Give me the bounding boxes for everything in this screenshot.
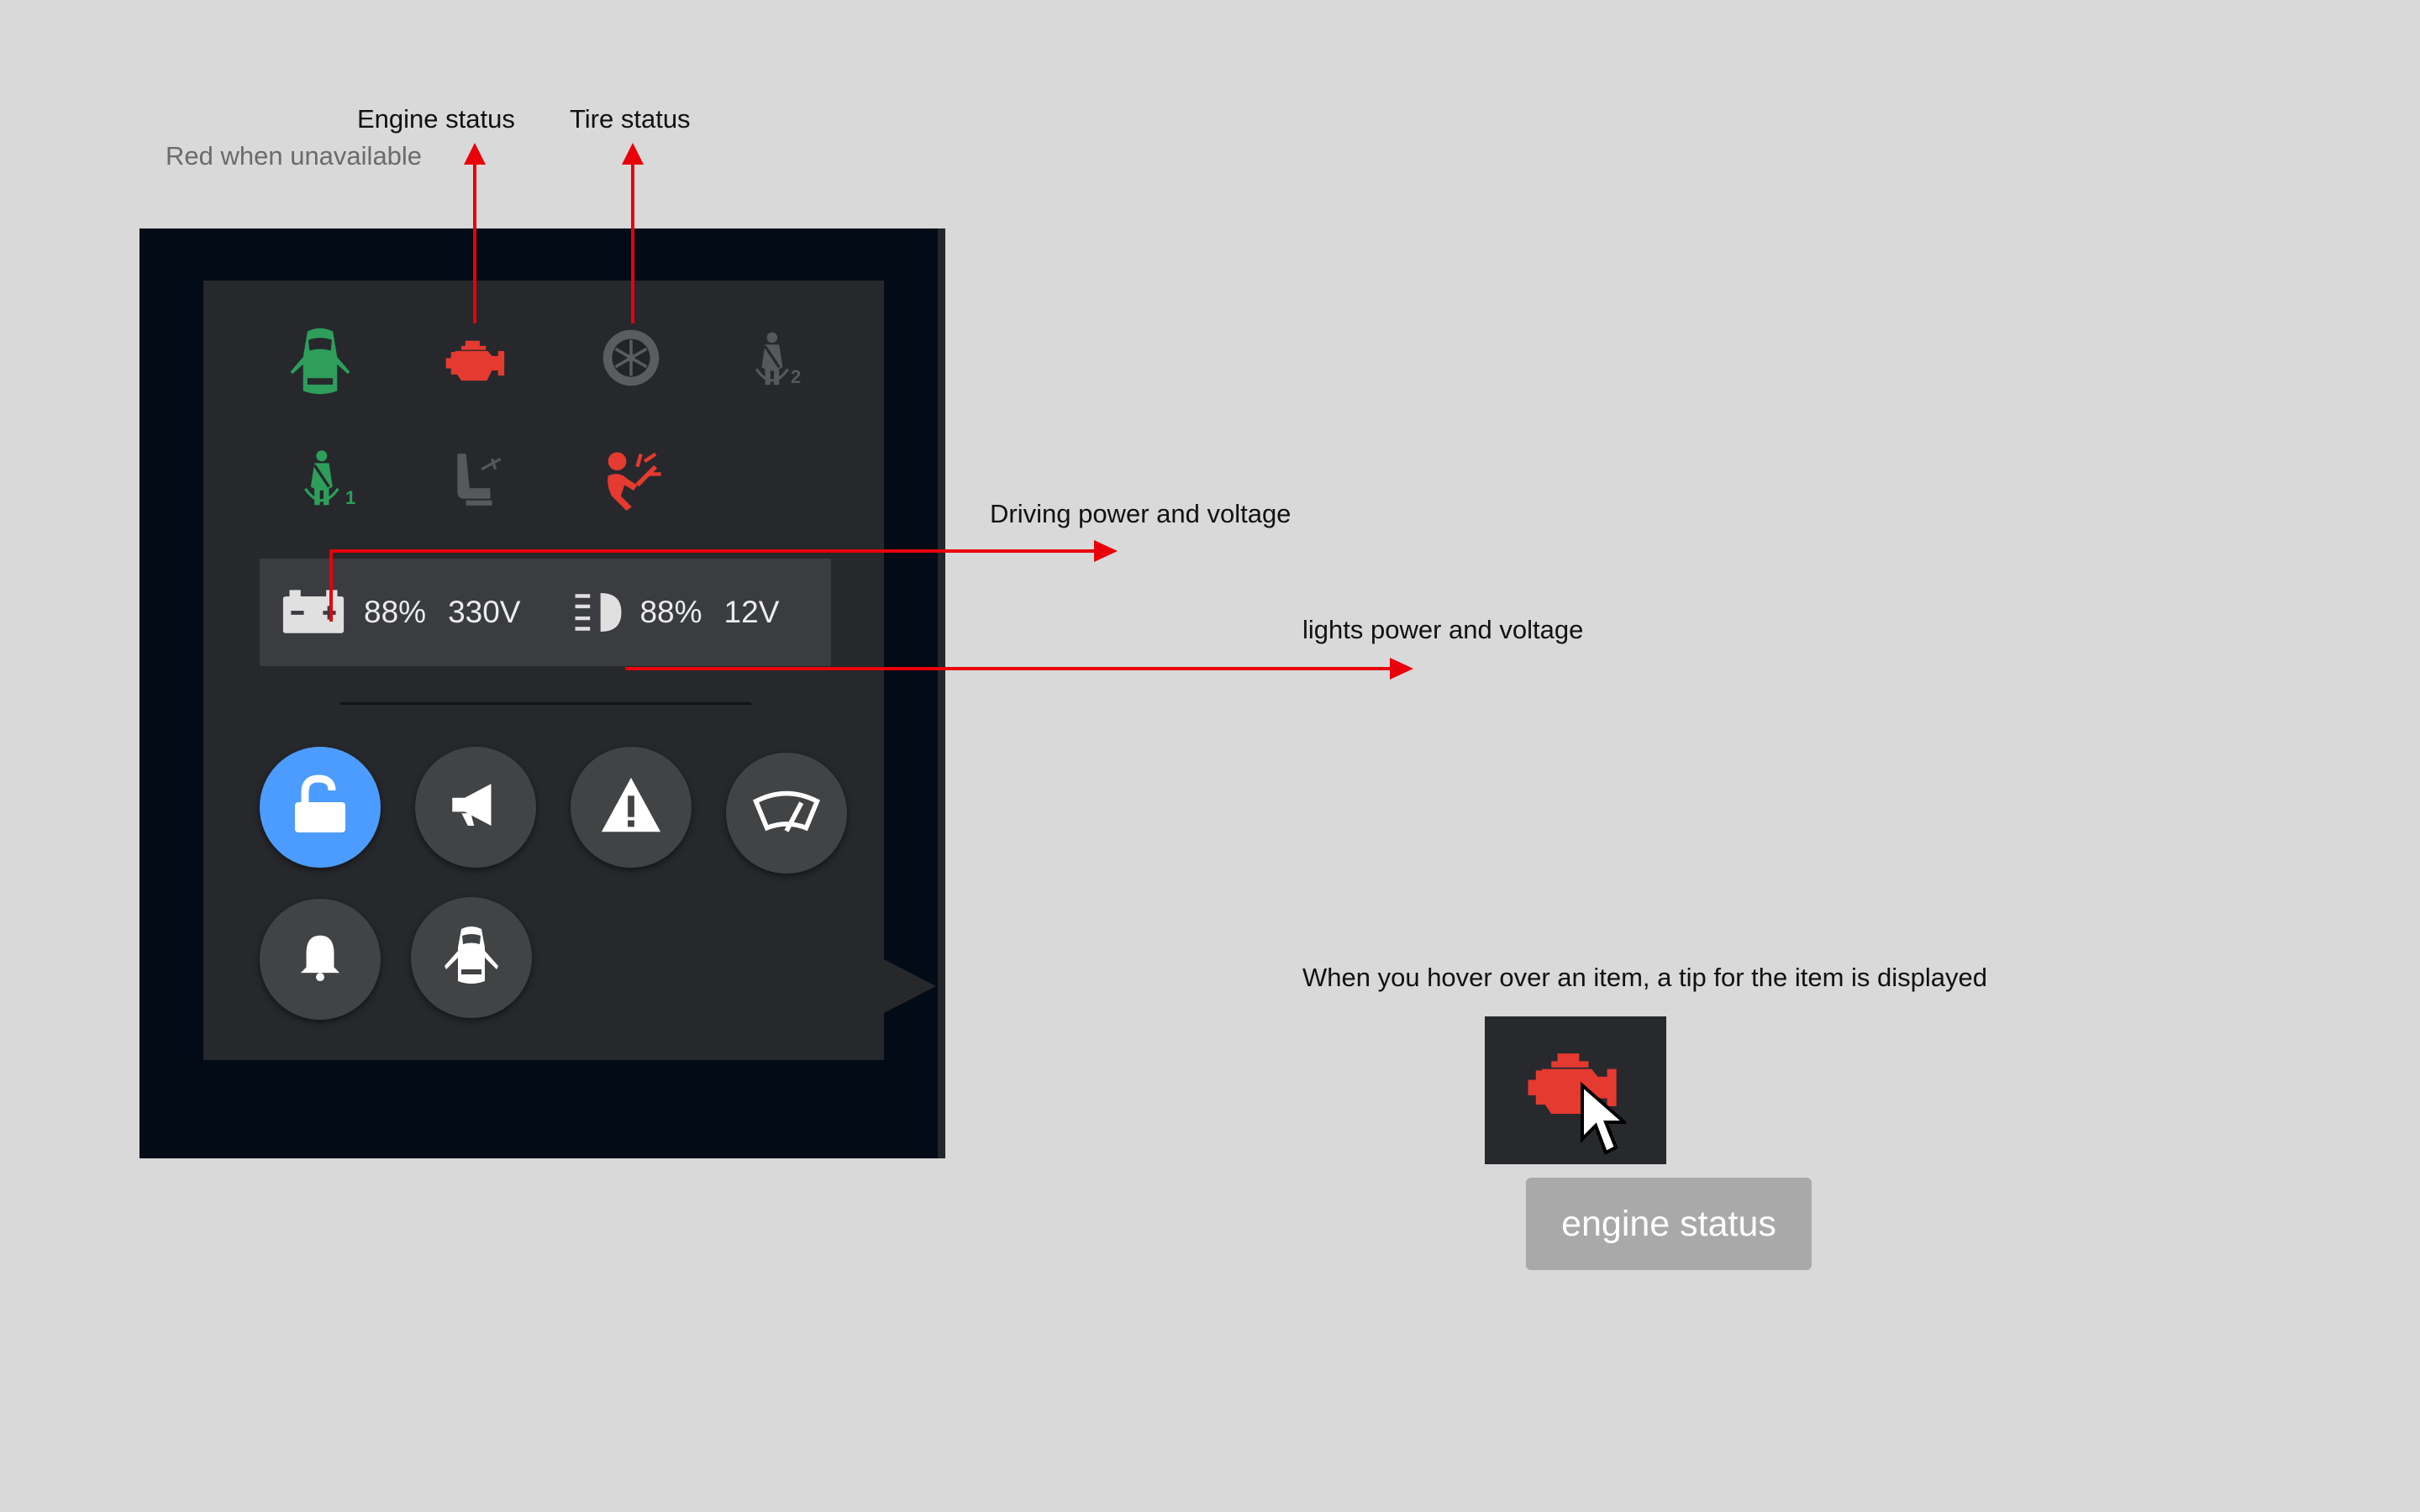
bell-icon [292, 930, 348, 990]
driving-power-annotation: Driving power and voltage [990, 499, 1292, 528]
frame-edge [938, 228, 945, 1158]
door-open-icon[interactable] [280, 321, 360, 402]
warning-icon [598, 773, 664, 843]
driving-power-voltage: 330V [448, 595, 521, 629]
headlight-icon [572, 589, 624, 636]
unlock-button[interactable] [260, 747, 381, 868]
lights-power-percent: 88% [639, 595, 702, 629]
doors-button[interactable] [411, 897, 532, 1018]
front-seatbelt-label: 1 [345, 487, 356, 508]
divider [339, 702, 751, 705]
rear-seatbelt-label: 2 [791, 366, 802, 387]
cursor-icon [1579, 1081, 1629, 1163]
airbag-icon[interactable] [592, 440, 673, 521]
front-seatbelt-icon[interactable]: 1 [283, 440, 364, 521]
rear-seatbelt-icon[interactable]: 2 [734, 321, 814, 402]
tooltip: engine status [1526, 1178, 1812, 1270]
hover-tip-annotation: When you hover over an item, a tip for t… [1302, 963, 1988, 992]
hazard-button[interactable] [571, 747, 692, 868]
horn-button[interactable] [415, 747, 536, 868]
alarm-button[interactable] [260, 899, 381, 1020]
lights-power-annotation: lights power and voltage [1302, 615, 1584, 644]
megaphone-icon [445, 774, 507, 841]
unlock-icon [287, 772, 354, 843]
power-bar: 88% 330V 88% 12V [260, 559, 831, 666]
seat-icon[interactable] [437, 440, 518, 521]
lights-power-voltage: 12V [723, 595, 780, 629]
battery-icon [281, 588, 345, 637]
wiper-icon [751, 784, 822, 843]
engine-hover-demo[interactable] [1485, 1016, 1666, 1164]
panel-pointer [884, 959, 936, 1013]
red-when-unavailable-annotation: Red when unavailable [166, 141, 423, 171]
car-doors-icon [438, 922, 505, 994]
tire-status-annotation: Tire status [570, 104, 691, 134]
wiper-button[interactable] [726, 753, 847, 874]
tire-icon[interactable] [591, 318, 671, 398]
driving-power-percent: 88% [364, 595, 427, 629]
engine-icon[interactable] [435, 321, 516, 402]
engine-status-annotation: Engine status [357, 104, 515, 134]
